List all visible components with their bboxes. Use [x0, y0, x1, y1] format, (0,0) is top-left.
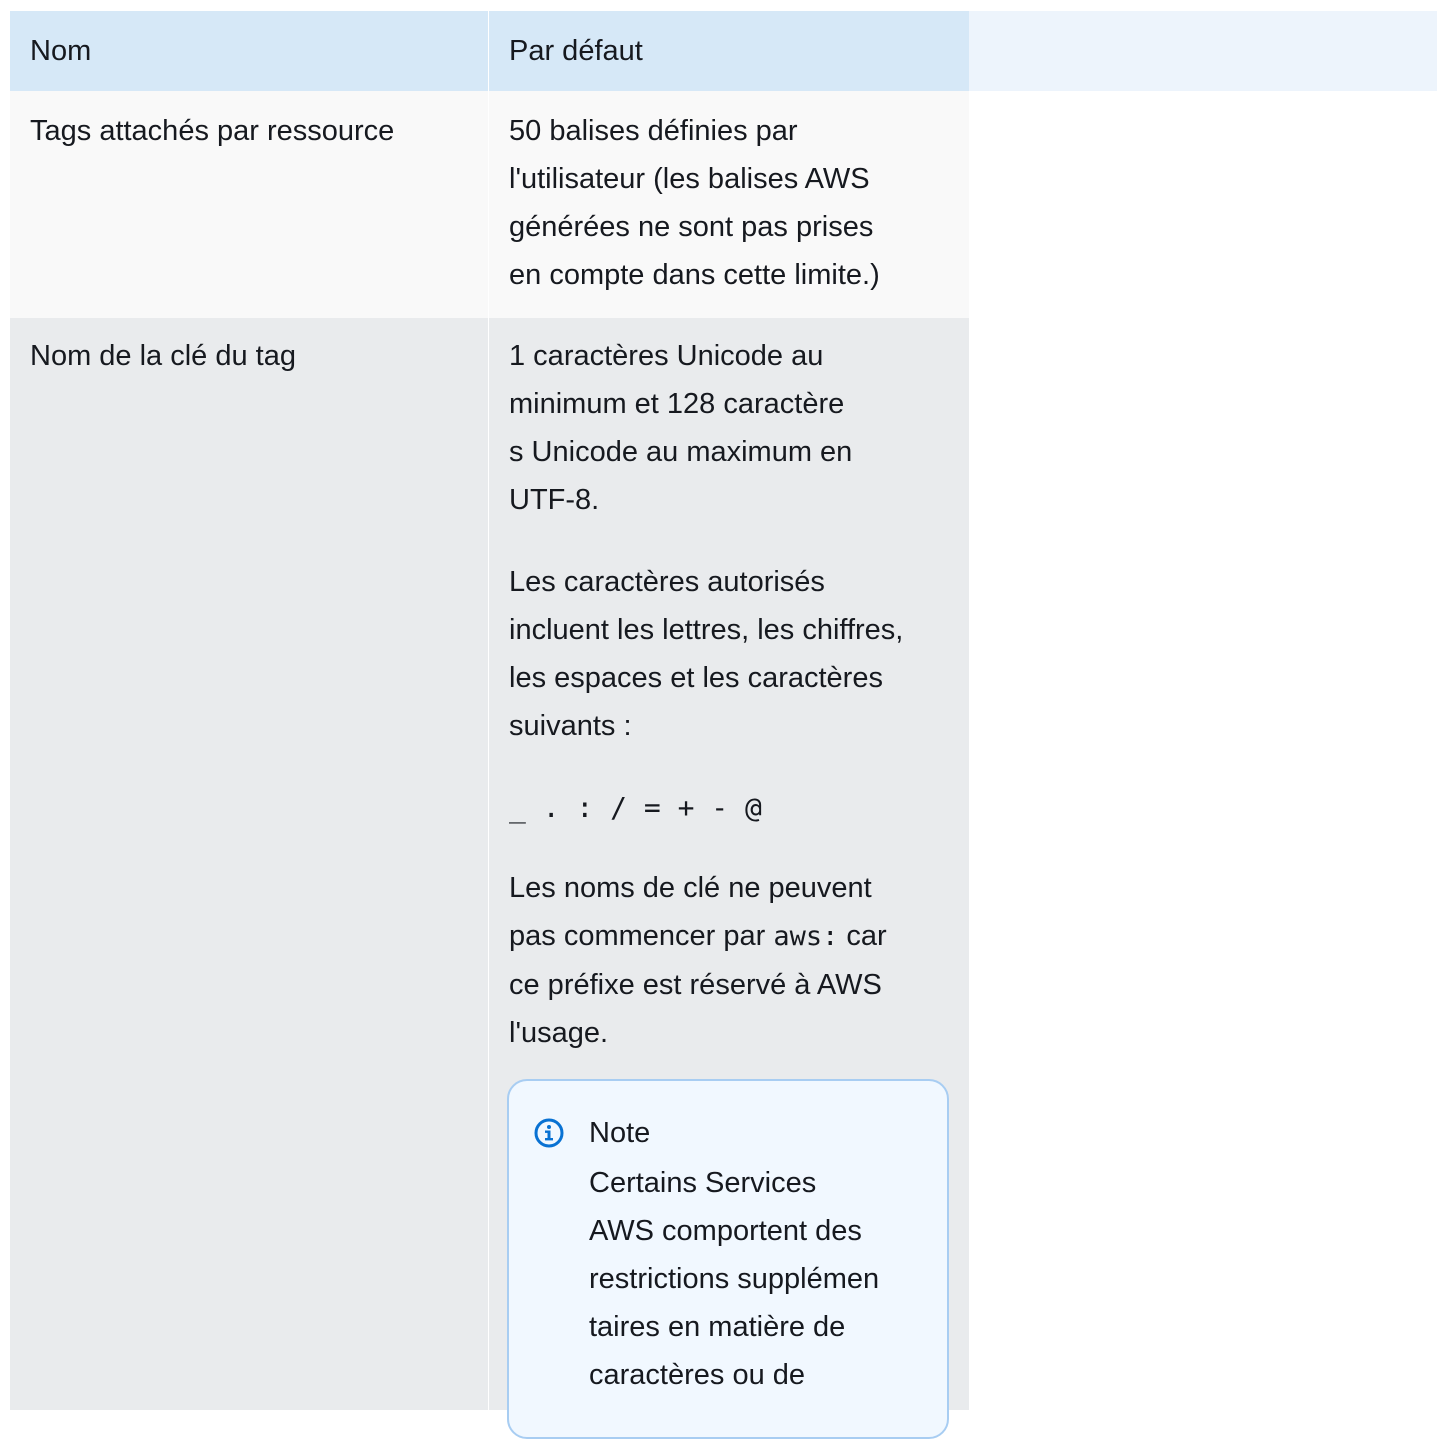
info-icon	[533, 1117, 565, 1149]
default-value-text: 50 balises définies par l'utilisateur (l…	[509, 115, 880, 291]
note-title: Note	[589, 1117, 651, 1149]
allowed-characters-list: _ . : / = + - @	[509, 791, 762, 824]
row-name-cell: Nom de la clé du tag	[10, 318, 489, 1410]
allowed-characters-text: Les caractères autorisés incluent les le…	[509, 566, 904, 742]
table-header-row: Nom Par défaut	[10, 11, 1437, 91]
header-filler	[969, 11, 1437, 91]
note-box: Note Certains Services AWS comportent de…	[507, 1079, 949, 1439]
column-header-default: Par défaut	[489, 11, 969, 91]
note-body: Certains Services AWS comportent des res…	[589, 1167, 880, 1391]
table-row: Nom de la clé du tag 1 caractères Unicod…	[10, 318, 969, 1439]
length-limits-text: 1 caractères Unicode au minimum et 128 c…	[509, 340, 853, 516]
table-row: Tags attachés par ressource 50 balises d…	[10, 91, 969, 318]
column-header-name: Nom	[10, 11, 489, 91]
reserved-prefix-code: aws:	[773, 921, 839, 952]
row-default-cell: 1 caractères Unicode au minimum et 128 c…	[489, 318, 969, 1439]
row-name-cell: Tags attachés par ressource	[10, 91, 489, 318]
row-default-cell: 50 balises définies par l'utilisateur (l…	[489, 91, 969, 318]
prefix-restriction-text: Les noms de clé ne peuvent pas commencer…	[509, 864, 949, 1057]
